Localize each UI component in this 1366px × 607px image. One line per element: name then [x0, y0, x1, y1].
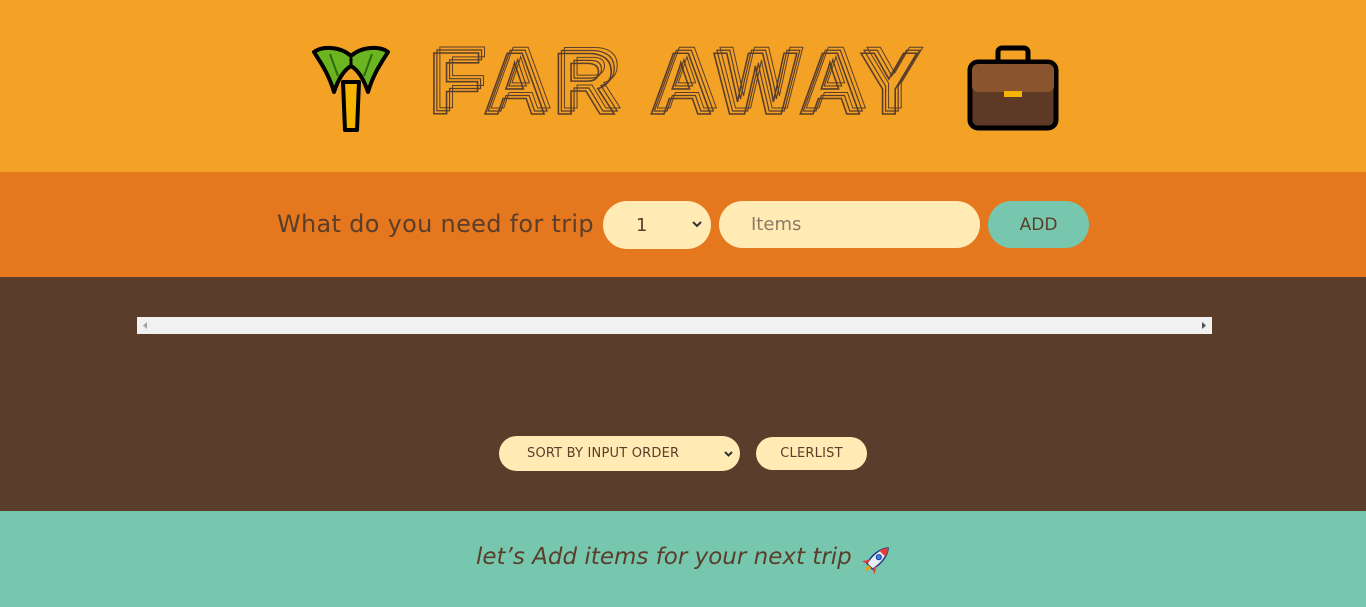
sort-select-value: SORT BY INPUT ORDER	[527, 446, 680, 461]
svg-text:FAR AWAY: FAR AWAY	[434, 40, 930, 124]
footer-text: let’s Add items for your next trip	[476, 544, 852, 570]
stats-footer: let’s Add items for your next trip	[0, 511, 1366, 607]
clear-list-button[interactable]: CLERLIST	[756, 437, 867, 470]
scroll-left-arrow-icon[interactable]	[141, 321, 149, 330]
scroll-right-arrow-icon[interactable]	[1200, 321, 1208, 330]
quantity-value: 1	[636, 214, 648, 236]
item-input[interactable]: Items	[719, 201, 980, 248]
palm-tree-icon	[312, 45, 390, 132]
form-label: What do you need for trip	[277, 210, 594, 238]
quantity-select[interactable]: 1	[603, 201, 711, 249]
add-item-form: What do you need for trip 1 Items ADD	[0, 172, 1366, 277]
rocket-icon	[861, 547, 889, 575]
packing-list: SORT BY INPUT ORDER CLERLIST	[0, 277, 1366, 511]
app-title: FAR AWAY FAR AWAY FAR AWAY	[428, 40, 930, 124]
app-header: FAR AWAY FAR AWAY FAR AWAY	[0, 0, 1366, 172]
item-input-placeholder: Items	[751, 214, 802, 235]
horizontal-scrollbar[interactable]	[137, 317, 1212, 334]
chevron-down-icon	[724, 451, 733, 457]
chevron-down-icon	[692, 221, 702, 228]
add-button[interactable]: ADD	[988, 201, 1089, 248]
sort-select[interactable]: SORT BY INPUT ORDER	[499, 436, 740, 471]
briefcase-icon	[967, 45, 1059, 131]
